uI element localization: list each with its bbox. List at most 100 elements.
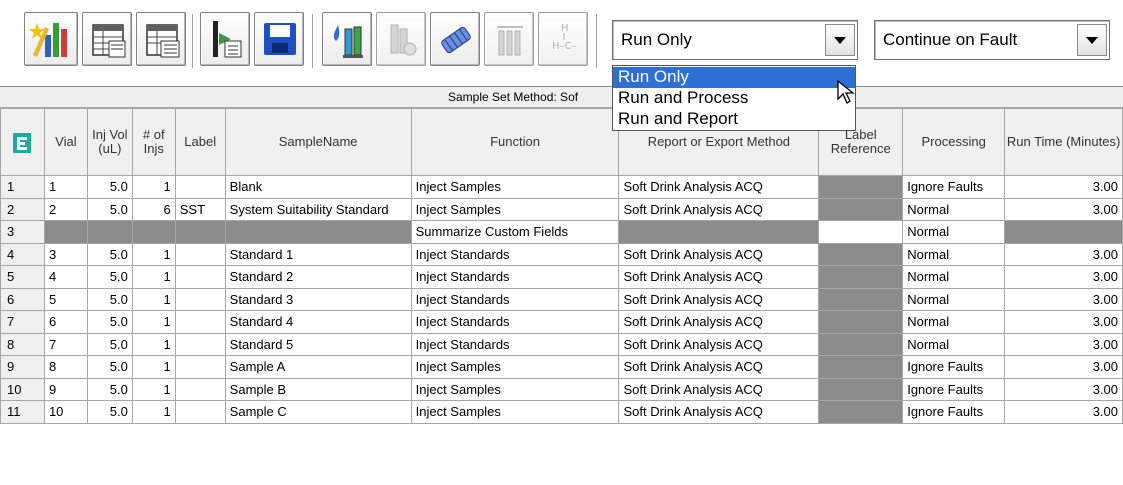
col-header-processing[interactable]: Processing <box>902 108 1006 176</box>
inj-vol-cell[interactable]: 5.0 <box>86 197 133 221</box>
run-mode-combobox[interactable]: Run Only <box>612 20 858 60</box>
num-injs-cell[interactable]: 1 <box>131 310 176 334</box>
num-injs-cell[interactable]: 1 <box>131 332 176 356</box>
report-method-cell[interactable]: Soft Drink Analysis ACQ <box>618 377 820 401</box>
vial-cell[interactable]: 8 <box>43 355 88 379</box>
col-header-inj-vol[interactable]: Inj Vol (uL) <box>86 108 133 176</box>
num-injs-cell[interactable]: 6 <box>131 197 176 221</box>
vial-cell[interactable] <box>43 220 88 244</box>
option-run-and-process[interactable]: Run and Process <box>613 88 855 109</box>
label-reference-cell[interactable] <box>818 355 904 379</box>
col-header-label[interactable]: Label <box>174 108 226 176</box>
table-row[interactable]: 7 6 5.0 1 Standard 4 Inject Standards Soft Dri… <box>0 310 1123 334</box>
processing-cell[interactable]: Normal <box>902 242 1006 266</box>
option-run-and-report[interactable]: Run and Report <box>613 109 855 130</box>
run-mode-dropdown-button[interactable] <box>825 24 855 56</box>
sample-name-cell[interactable]: Standard 4 <box>224 310 412 334</box>
inj-vol-cell[interactable]: 5.0 <box>86 242 133 266</box>
new-method-button[interactable] <box>24 12 78 66</box>
label-cell[interactable]: SST <box>174 197 226 221</box>
vial-cell[interactable]: 1 <box>43 175 88 199</box>
function-cell[interactable]: Inject Samples <box>410 355 620 379</box>
row-number[interactable]: 8 <box>0 332 45 356</box>
inject-button[interactable] <box>322 12 372 66</box>
run-time-cell[interactable]: 3.00 <box>1004 287 1123 311</box>
report-method-cell[interactable] <box>618 220 820 244</box>
function-cell[interactable]: Inject Samples <box>410 175 620 199</box>
label-cell[interactable] <box>174 287 226 311</box>
sample-name-cell[interactable]: Standard 1 <box>224 242 412 266</box>
table-row[interactable]: 8 7 5.0 1 Standard 5 Inject Standards Soft Dri… <box>0 332 1123 356</box>
run-time-cell[interactable]: 3.00 <box>1004 400 1123 424</box>
row-number[interactable]: 1 <box>0 175 45 199</box>
report-method-cell[interactable]: Soft Drink Analysis ACQ <box>618 242 820 266</box>
sample-name-cell[interactable]: Blank <box>224 175 412 199</box>
label-reference-cell[interactable] <box>818 400 904 424</box>
row-number[interactable]: 11 <box>0 400 45 424</box>
report-method-cell[interactable]: Soft Drink Analysis ACQ <box>618 197 820 221</box>
vial-cell[interactable]: 5 <box>43 287 88 311</box>
fault-mode-dropdown-button[interactable] <box>1077 24 1107 56</box>
processing-cell[interactable]: Normal <box>902 310 1006 334</box>
report-method-cell[interactable]: Soft Drink Analysis ACQ <box>618 287 820 311</box>
column-button[interactable] <box>430 12 480 66</box>
label-reference-cell[interactable] <box>818 332 904 356</box>
processing-cell[interactable]: Ignore Faults <box>902 355 1006 379</box>
function-cell[interactable]: Inject Standards <box>410 332 620 356</box>
label-cell[interactable] <box>174 332 226 356</box>
table-row[interactable]: 9 8 5.0 1 Sample A Inject Samples Soft Drink A… <box>0 355 1123 379</box>
inj-vol-cell[interactable]: 5.0 <box>86 355 133 379</box>
table-row[interactable]: 10 9 5.0 1 Sample B Inject Samples Soft Drink … <box>0 377 1123 401</box>
col-header-run-time[interactable]: Run Time (Minutes) <box>1004 108 1123 176</box>
num-injs-cell[interactable]: 1 <box>131 265 176 289</box>
processing-cell[interactable]: Normal <box>902 265 1006 289</box>
row-number[interactable]: 4 <box>0 242 45 266</box>
vial-cell[interactable]: 4 <box>43 265 88 289</box>
label-reference-cell[interactable] <box>818 242 904 266</box>
report-method-cell[interactable]: Soft Drink Analysis ACQ <box>618 332 820 356</box>
report-method-cell[interactable]: Soft Drink Analysis ACQ <box>618 310 820 334</box>
table-row[interactable]: 3 Summarize Custom Fields Normal <box>0 220 1123 244</box>
vial-cell[interactable]: 6 <box>43 310 88 334</box>
processing-cell[interactable]: Normal <box>902 220 1006 244</box>
num-injs-cell[interactable]: 1 <box>131 377 176 401</box>
num-injs-cell[interactable]: 1 <box>131 175 176 199</box>
function-cell[interactable]: Inject Standards <box>410 242 620 266</box>
inj-vol-cell[interactable] <box>86 220 133 244</box>
processing-cell[interactable]: Normal <box>902 197 1006 221</box>
inj-vol-cell[interactable]: 5.0 <box>86 287 133 311</box>
vial-cell[interactable]: 9 <box>43 377 88 401</box>
row-number[interactable]: 5 <box>0 265 45 289</box>
inj-vol-cell[interactable]: 5.0 <box>86 265 133 289</box>
label-cell[interactable] <box>174 377 226 401</box>
sample-set-edit-button[interactable] <box>136 12 186 66</box>
table-row[interactable]: 1 1 5.0 1 Blank Inject Samples Soft Drink Anal… <box>0 175 1123 199</box>
run-time-cell[interactable] <box>1004 220 1123 244</box>
label-cell[interactable] <box>174 355 226 379</box>
function-cell[interactable]: Inject Samples <box>410 400 620 424</box>
run-time-cell[interactable]: 3.00 <box>1004 377 1123 401</box>
sample-name-cell[interactable]: Standard 3 <box>224 287 412 311</box>
option-run-only[interactable]: Run Only <box>613 67 855 88</box>
select-all-corner[interactable] <box>0 108 45 176</box>
sample-name-cell[interactable]: Standard 5 <box>224 332 412 356</box>
function-cell[interactable]: Inject Samples <box>410 377 620 401</box>
row-number[interactable]: 3 <box>0 220 45 244</box>
report-method-cell[interactable]: Soft Drink Analysis ACQ <box>618 400 820 424</box>
run-time-cell[interactable]: 3.00 <box>1004 265 1123 289</box>
run-time-cell[interactable]: 3.00 <box>1004 242 1123 266</box>
report-method-cell[interactable]: Soft Drink Analysis ACQ <box>618 355 820 379</box>
structure-button[interactable]: H H–C– <box>538 12 588 66</box>
label-reference-cell[interactable] <box>818 377 904 401</box>
label-cell[interactable] <box>174 175 226 199</box>
run-time-cell[interactable]: 3.00 <box>1004 355 1123 379</box>
flask-button[interactable] <box>376 12 426 66</box>
sample-name-cell[interactable]: Sample A <box>224 355 412 379</box>
processing-button[interactable] <box>484 12 534 66</box>
processing-cell[interactable]: Normal <box>902 287 1006 311</box>
sample-set-button[interactable] <box>82 12 132 66</box>
save-button[interactable] <box>254 12 304 66</box>
sample-name-cell[interactable] <box>224 220 412 244</box>
col-header-num-injs[interactable]: # of Injs <box>131 108 176 176</box>
vial-cell[interactable]: 3 <box>43 242 88 266</box>
